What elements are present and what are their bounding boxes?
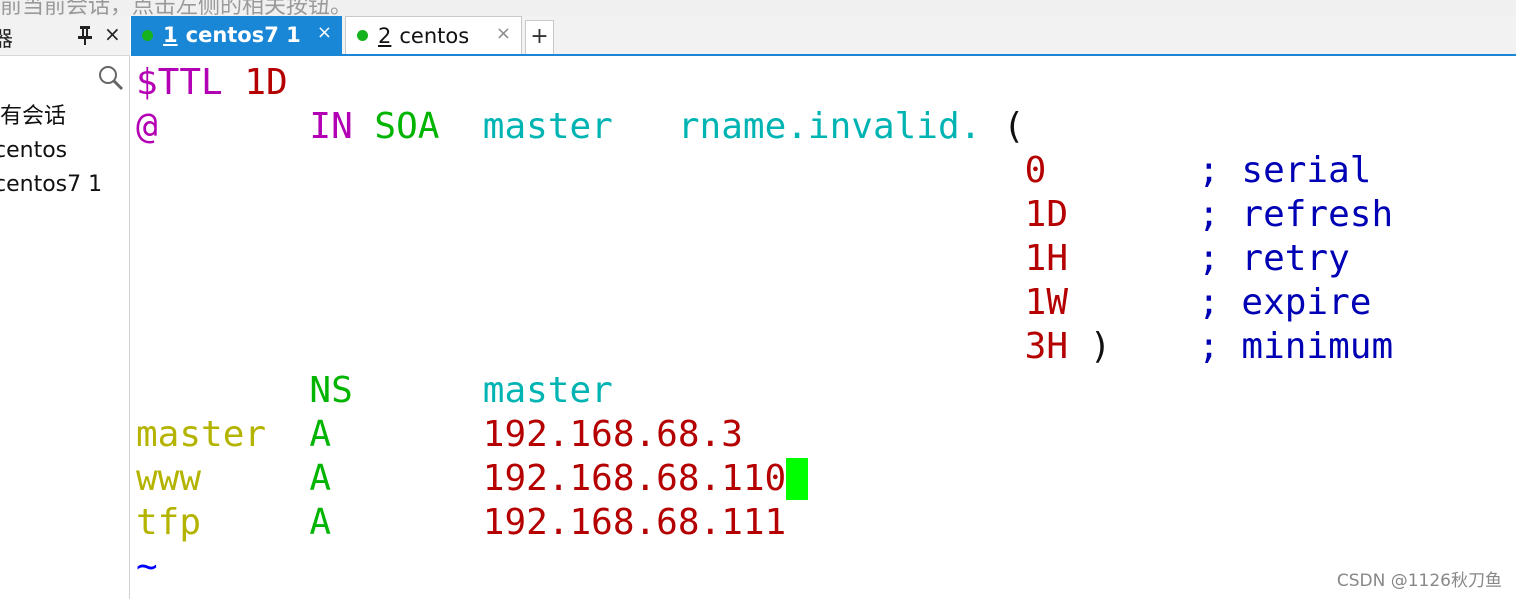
tab-label: centos <box>399 23 470 48</box>
terminal-token: master <box>136 414 310 455</box>
terminal-line: NS master <box>136 369 613 413</box>
terminal-token: 1D <box>1024 194 1068 235</box>
terminal-token: 1D <box>244 62 288 103</box>
hint-text: 前当前会话，点击左侧的相关按钮。 <box>0 0 353 16</box>
session-item-all[interactable]: 所有会话 <box>0 102 130 136</box>
terminal-token: ) <box>1068 326 1199 367</box>
terminal-token: NS <box>309 370 483 411</box>
panel-header: 器 × <box>0 16 130 56</box>
terminal-token: 3H <box>1024 326 1068 367</box>
session-item-centos[interactable]: centos <box>0 136 130 170</box>
terminal-token: 192.168.68.110 <box>482 458 787 499</box>
terminal-token: master <box>482 370 613 411</box>
terminal-line: master A 192.168.68.3 <box>136 413 743 457</box>
terminal-line: 1W ; expire <box>136 281 1372 325</box>
terminal-line: tfp A 192.168.68.111 <box>136 501 786 545</box>
connected-status-icon <box>142 29 153 41</box>
tab-number: 2 <box>378 23 392 48</box>
terminal-token: A <box>309 414 483 455</box>
tab-number: 1 <box>163 23 178 47</box>
tab-centos7-1[interactable]: 1 centos7 1 × <box>131 16 342 54</box>
add-tab-button[interactable]: + <box>525 20 554 54</box>
terminal-area[interactable]: CSDN @1126秋刀鱼 $TTL 1D @ IN SOA master rna… <box>131 58 1516 599</box>
terminal-token: ; serial <box>1198 150 1372 191</box>
terminal-line: 1D ; refresh <box>136 193 1393 237</box>
session-search-input[interactable] <box>0 62 96 92</box>
terminal-token: 192.168.68.3 <box>482 414 743 455</box>
terminal-token: ~ <box>136 546 158 587</box>
tab-label: centos7 1 <box>185 23 301 47</box>
terminal-token: @ <box>136 106 310 147</box>
terminal-token: 192.168.68.111 <box>482 502 787 543</box>
terminal-token: ; retry <box>1198 238 1350 279</box>
terminal-token: www <box>136 458 310 499</box>
tab-bar: 1 centos7 1 × 2 centos × + <box>131 16 1516 56</box>
terminal-token: ; refresh <box>1198 194 1394 235</box>
terminal-token: tfp <box>136 502 310 543</box>
connected-status-icon <box>357 30 368 41</box>
terminal-line: ~ <box>136 545 158 589</box>
terminal-token: ( <box>1002 106 1025 147</box>
tab-close-icon[interactable]: × <box>496 23 511 44</box>
text-cursor <box>786 458 809 500</box>
session-manager-panel: 器 × 所有会话 centos centos7 1 <box>0 16 130 599</box>
panel-title: 器 <box>0 27 13 51</box>
terminal-token: 1H <box>1024 238 1068 279</box>
terminal-line: @ IN SOA master rname.invalid. ( <box>136 105 1025 149</box>
terminal-token: ; expire <box>1198 282 1372 323</box>
terminal-token: 0 <box>1024 150 1047 191</box>
terminal-token: 1W <box>1024 282 1068 323</box>
terminal-token: SOA <box>374 106 483 147</box>
search-icon[interactable] <box>98 65 124 91</box>
terminal-line: 1H ; retry <box>136 237 1350 281</box>
tab-close-icon[interactable]: × <box>317 22 332 43</box>
search-row <box>0 57 130 99</box>
terminal-token: master <box>482 106 678 147</box>
session-list: 所有会话 centos centos7 1 <box>0 102 130 204</box>
terminal-token: rname.invalid. <box>677 106 1003 147</box>
panel-close-button[interactable]: × <box>104 22 121 46</box>
terminal-token: ; minimum <box>1198 326 1394 367</box>
terminal-token: A <box>309 458 483 499</box>
pin-icon[interactable] <box>76 24 94 46</box>
session-item-centos7-1[interactable]: centos7 1 <box>0 170 130 204</box>
terminal-token: IN <box>309 106 375 147</box>
terminal-line: 3H ) ; minimum <box>136 325 1393 369</box>
tab-centos[interactable]: 2 centos × <box>345 16 522 54</box>
watermark: CSDN @1126秋刀鱼 <box>1336 571 1502 591</box>
terminal-token: $TTL <box>136 62 245 103</box>
hint-bar: 前当前会话，点击左侧的相关按钮。 <box>0 0 1516 16</box>
terminal-line: www A 192.168.68.110 <box>136 457 809 501</box>
terminal-line: 0 ; serial <box>136 149 1372 193</box>
terminal-line: $TTL 1D <box>136 61 288 105</box>
terminal-token: A <box>309 502 483 543</box>
